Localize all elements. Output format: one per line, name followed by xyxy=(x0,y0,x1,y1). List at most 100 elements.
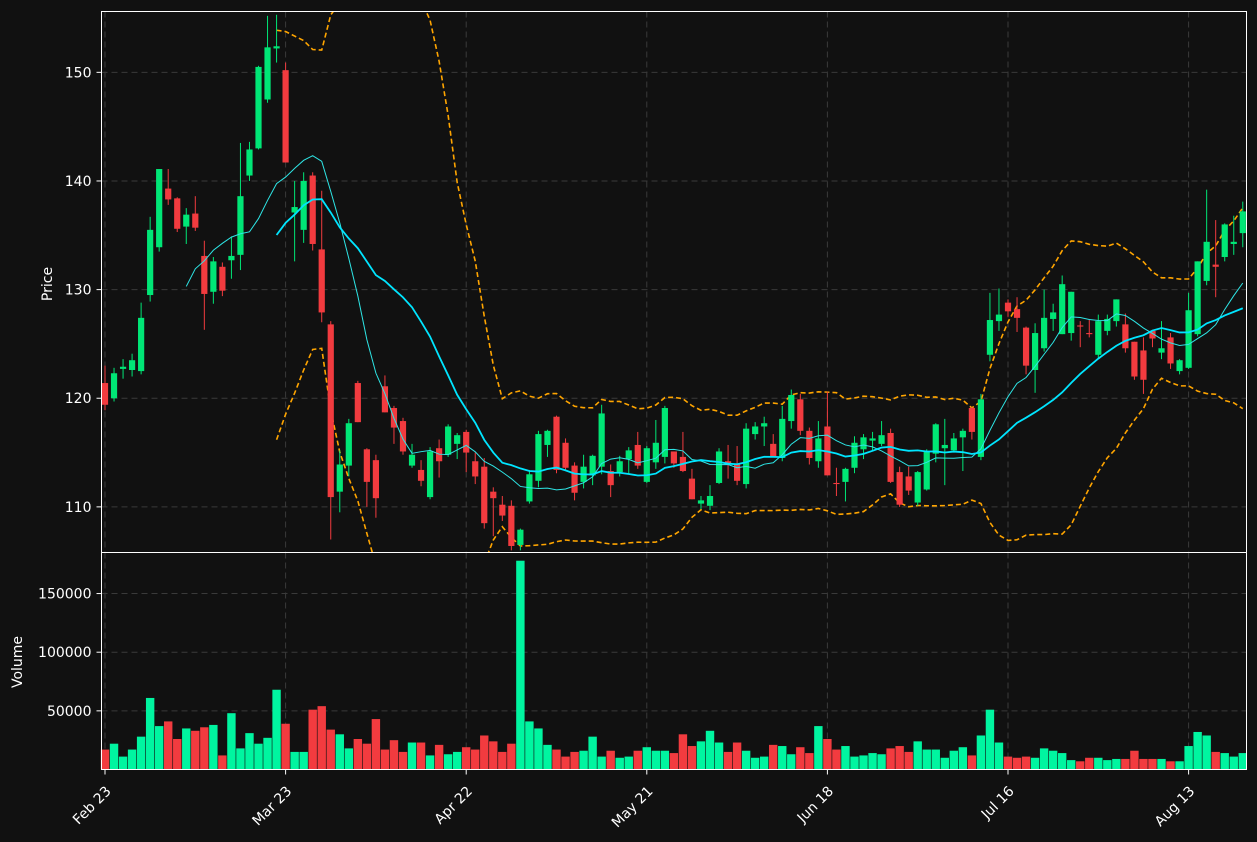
volume-bar xyxy=(218,755,227,770)
candle-body xyxy=(408,454,416,466)
candle-body xyxy=(968,408,975,432)
candle-body xyxy=(652,442,659,463)
volume-bar xyxy=(254,743,263,770)
candle-body xyxy=(743,428,750,485)
volume-bar xyxy=(344,748,354,770)
volume-bar xyxy=(904,751,913,770)
volume-bar xyxy=(398,751,408,770)
candle-body xyxy=(318,249,325,313)
price-tick-label: 130 xyxy=(65,283,92,299)
candle-body xyxy=(923,451,930,490)
candle-body xyxy=(995,314,1003,322)
volume-bar xyxy=(1220,753,1229,770)
volume-tick-label: 150000 xyxy=(38,587,91,603)
volume-bar xyxy=(443,754,453,770)
volume-bar xyxy=(895,746,904,770)
volume-bar xyxy=(227,713,236,770)
candle-body xyxy=(445,426,452,455)
volume-bar xyxy=(272,689,281,770)
volume-bar xyxy=(100,749,110,770)
candle-body xyxy=(1158,348,1165,353)
volume-bar xyxy=(326,729,335,770)
volume-bar xyxy=(1021,756,1031,770)
candle-body xyxy=(1140,350,1147,380)
volume-bar xyxy=(534,728,543,770)
candle-body xyxy=(363,449,370,482)
candle-body xyxy=(1194,261,1201,335)
volume-bar xyxy=(371,719,381,770)
volume-bar xyxy=(118,756,128,770)
candle-body xyxy=(327,324,334,498)
volume-bar xyxy=(1012,757,1022,770)
volume-bar xyxy=(290,751,299,770)
volume-bar xyxy=(624,756,633,770)
candle-body xyxy=(345,423,352,466)
candle-body xyxy=(950,438,957,451)
volume-bar xyxy=(552,749,561,770)
candle-body xyxy=(1131,341,1138,377)
volume-axis-label: Volume xyxy=(10,636,26,688)
volume-bar xyxy=(299,751,308,770)
candle-body xyxy=(1122,324,1129,349)
candle-body xyxy=(228,255,235,261)
volume-bar xyxy=(669,753,679,770)
volume-bar xyxy=(913,741,922,770)
candle-body xyxy=(1086,333,1093,335)
candle-body xyxy=(1167,337,1174,364)
volume-bar xyxy=(1184,746,1193,770)
candle-body xyxy=(490,491,497,499)
volume-bar xyxy=(1103,760,1112,770)
candle-body xyxy=(417,469,425,481)
volume-bar xyxy=(660,750,670,770)
volume-bar xyxy=(362,743,372,770)
volume-bar xyxy=(236,748,245,770)
volume-bar xyxy=(796,747,805,770)
volume-bar xyxy=(931,749,940,770)
candle-body xyxy=(562,442,569,468)
volume-bar xyxy=(109,743,119,770)
volume-bar xyxy=(462,747,471,770)
volume-bar xyxy=(182,728,191,770)
candle-body xyxy=(183,214,190,227)
candle-body xyxy=(1004,302,1012,312)
volume-bar xyxy=(1193,731,1202,770)
volume-bar xyxy=(425,755,435,770)
volume-bar xyxy=(191,730,200,770)
volume-bar xyxy=(597,756,606,770)
candle-body xyxy=(1239,211,1246,234)
volume-bar xyxy=(750,757,760,770)
candle-body xyxy=(192,213,199,228)
candle-body xyxy=(1212,264,1219,267)
volume-bar xyxy=(1139,758,1148,770)
candle-body xyxy=(273,46,280,49)
volume-bar xyxy=(570,751,579,770)
candle-body xyxy=(544,430,551,445)
candle-body xyxy=(454,435,461,444)
candle-body xyxy=(589,455,596,476)
volume-bar xyxy=(1030,757,1040,770)
candle-body xyxy=(914,472,921,503)
candle-body xyxy=(860,437,867,450)
candle-body xyxy=(1013,309,1021,318)
candle-body xyxy=(138,317,145,372)
candle-body xyxy=(752,426,759,435)
candle-body xyxy=(399,421,407,452)
volume-bar xyxy=(615,757,624,770)
volume-bar xyxy=(1175,761,1184,770)
volume-bar xyxy=(416,742,426,770)
volume-bar xyxy=(1130,750,1139,770)
volume-bar xyxy=(434,744,444,770)
volume-bar xyxy=(489,741,498,770)
price-tick-label: 150 xyxy=(65,65,92,81)
candle-body xyxy=(1230,241,1237,244)
candle-body xyxy=(833,482,840,485)
volume-bar xyxy=(471,749,480,770)
volume-bar xyxy=(127,749,137,770)
price-tick-label: 110 xyxy=(65,500,92,516)
volume-bar xyxy=(769,744,778,770)
volume-bar xyxy=(759,756,769,770)
volume-bar xyxy=(200,727,209,770)
volume-bar xyxy=(859,755,868,770)
volume-bar xyxy=(1211,751,1220,770)
volume-bar xyxy=(1157,758,1166,770)
